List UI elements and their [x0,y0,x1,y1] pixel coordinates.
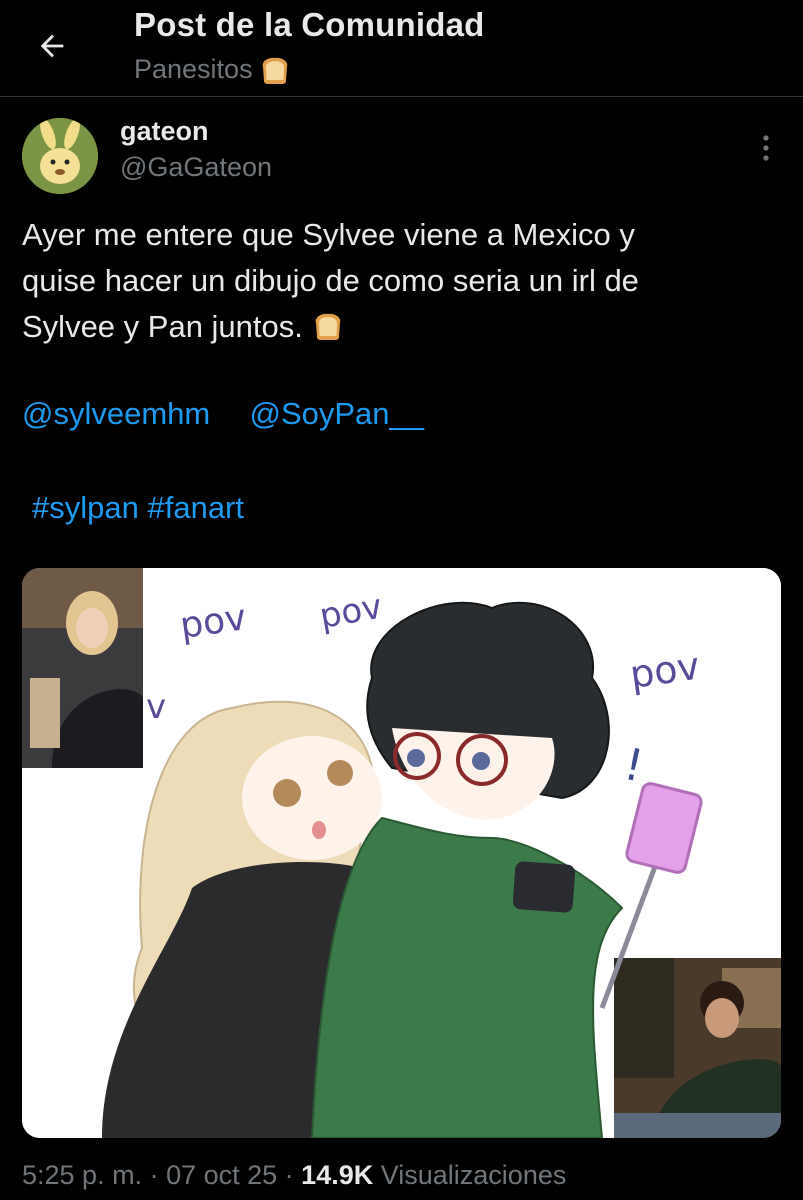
rabbit-avatar-image [22,118,98,194]
back-button[interactable] [26,20,78,72]
post-meta: 5:25 p. m. · 07 oct 25 · 14.9K Visualiza… [22,1160,566,1191]
post-line: Ayer me entere que Sylvee viene a Mexico… [22,217,635,252]
post-date: 07 oct 25 [166,1160,278,1190]
post-time: 5:25 p. m. [22,1160,143,1190]
hashtag-link-fanart[interactable]: #fanart [147,490,244,525]
photo-inset-left [22,568,143,768]
arrow-left-icon [40,34,64,58]
mentions: @sylveemhm @SoyPan__ [22,396,424,432]
fanart-illustration: pov pov pov v ! [22,568,781,1138]
hashtag-link-sylpan[interactable]: #sylpan [32,490,139,525]
views-label: Visualizaciones [373,1160,567,1190]
avatar[interactable] [22,118,98,194]
community-name[interactable]: Panesitos [134,54,291,85]
bread-emoji-icon [262,57,287,84]
mention-link-soypan[interactable]: @SoyPan__ [249,396,424,431]
community-label: Panesitos [134,54,253,84]
post-line-text: Sylvee y Pan juntos. [22,309,303,344]
hashtags: #sylpan #fanart [32,490,244,526]
pov-label: v [146,687,166,727]
author-name[interactable]: gateon [120,116,209,147]
photo-inset-right [614,958,781,1138]
view-count[interactable]: 14.9K [301,1160,373,1190]
post-image[interactable]: pov pov pov v ! [22,568,781,1138]
page-title: Post de la Comunidad [134,6,485,43]
meta-separator: · [277,1160,302,1190]
more-vertical-icon [763,135,769,161]
post-body: Ayer me entere que Sylvee viene a Mexico… [22,212,782,350]
more-options-button[interactable] [748,128,784,168]
meta-separator: · [142,1160,167,1190]
author-handle[interactable]: @GaGateon [120,152,272,183]
post-line: quise hacer un dibujo de como seria un i… [22,263,639,298]
mention-link-sylveemhm[interactable]: @sylveemhm [22,396,210,431]
post-line: Sylvee y Pan juntos. [22,304,782,350]
top-bar: Post de la Comunidad Panesitos [0,0,803,97]
bread-emoji-icon [315,313,340,340]
